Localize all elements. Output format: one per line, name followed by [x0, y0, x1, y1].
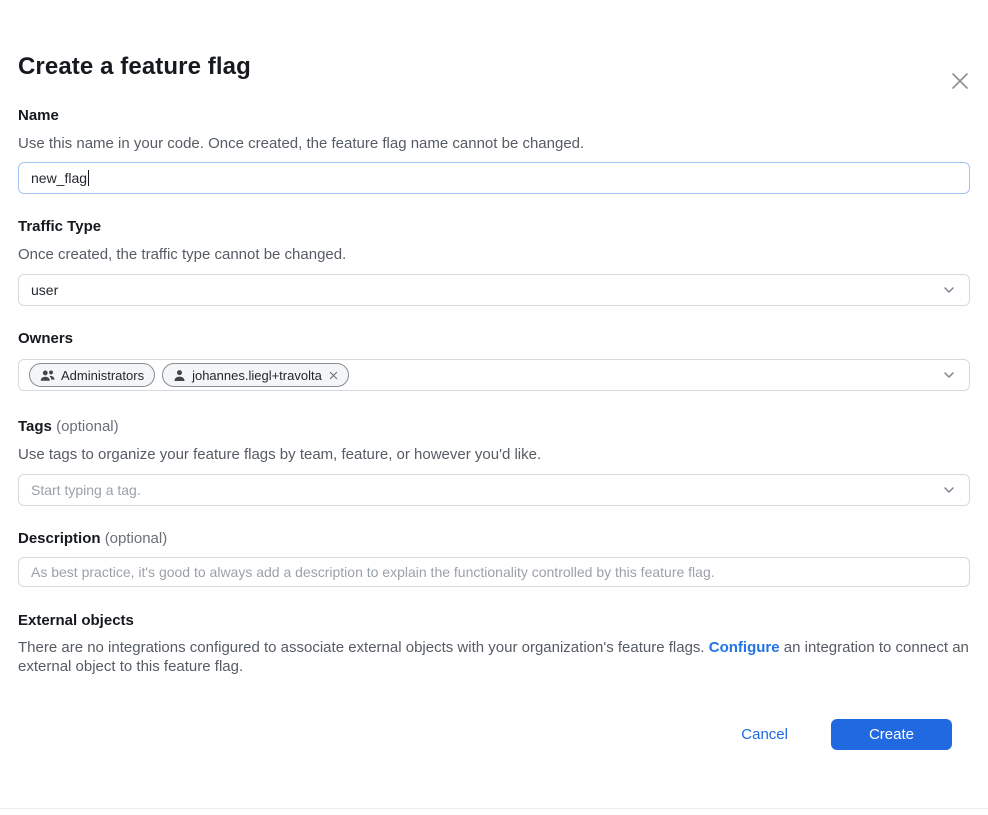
description-optional-text: (optional)	[105, 530, 168, 547]
owner-chip-administrators: Administrators	[29, 363, 155, 387]
external-objects-label: External objects	[18, 613, 970, 629]
tags-label-text: Tags	[18, 418, 52, 435]
name-input[interactable]: new_flag	[18, 162, 970, 194]
tags-help-text: Use tags to organize your feature flags …	[18, 445, 970, 464]
page-title: Create a feature flag	[18, 52, 970, 82]
person-icon	[173, 369, 186, 382]
traffic-type-label: Traffic Type	[18, 219, 970, 235]
chevron-down-icon	[941, 482, 957, 498]
name-help-text: Use this name in your code. Once created…	[18, 134, 970, 153]
cancel-button[interactable]: Cancel	[741, 726, 788, 743]
group-icon	[40, 369, 55, 382]
traffic-type-value: user	[31, 282, 58, 298]
owner-chip-label: johannes.liegl+travolta	[192, 368, 322, 383]
external-objects-text-before: There are no integrations configured to …	[18, 639, 709, 656]
close-button[interactable]	[947, 68, 973, 94]
owner-chip-label: Administrators	[61, 368, 144, 383]
description-label: Description (optional)	[18, 531, 970, 547]
modal-bottom-divider	[0, 808, 988, 809]
tags-placeholder: Start typing a tag.	[31, 482, 141, 498]
traffic-type-select[interactable]: user	[18, 274, 970, 306]
owners-select[interactable]: Administrators johannes.liegl+travolta	[18, 359, 970, 391]
chevron-down-icon	[941, 282, 957, 298]
name-label: Name	[18, 108, 970, 124]
configure-link[interactable]: Configure	[709, 639, 780, 656]
description-label-text: Description	[18, 530, 101, 547]
chevron-down-icon	[941, 367, 957, 383]
tags-label: Tags (optional)	[18, 419, 970, 435]
tags-optional-text: (optional)	[56, 418, 119, 435]
text-caret	[88, 170, 89, 186]
description-input[interactable]	[18, 557, 970, 587]
close-icon	[949, 70, 971, 92]
external-objects-text: There are no integrations configured to …	[18, 638, 970, 676]
owners-label: Owners	[18, 331, 970, 347]
tags-select[interactable]: Start typing a tag.	[18, 474, 970, 506]
owner-chip-user: johannes.liegl+travolta	[162, 363, 349, 387]
traffic-type-help-text: Once created, the traffic type cannot be…	[18, 245, 970, 264]
create-feature-flag-modal: { "modal": { "title": "Create a feature …	[0, 52, 988, 815]
name-input-value: new_flag	[31, 170, 87, 186]
create-button[interactable]: Create	[831, 719, 952, 750]
remove-icon[interactable]	[329, 371, 338, 380]
